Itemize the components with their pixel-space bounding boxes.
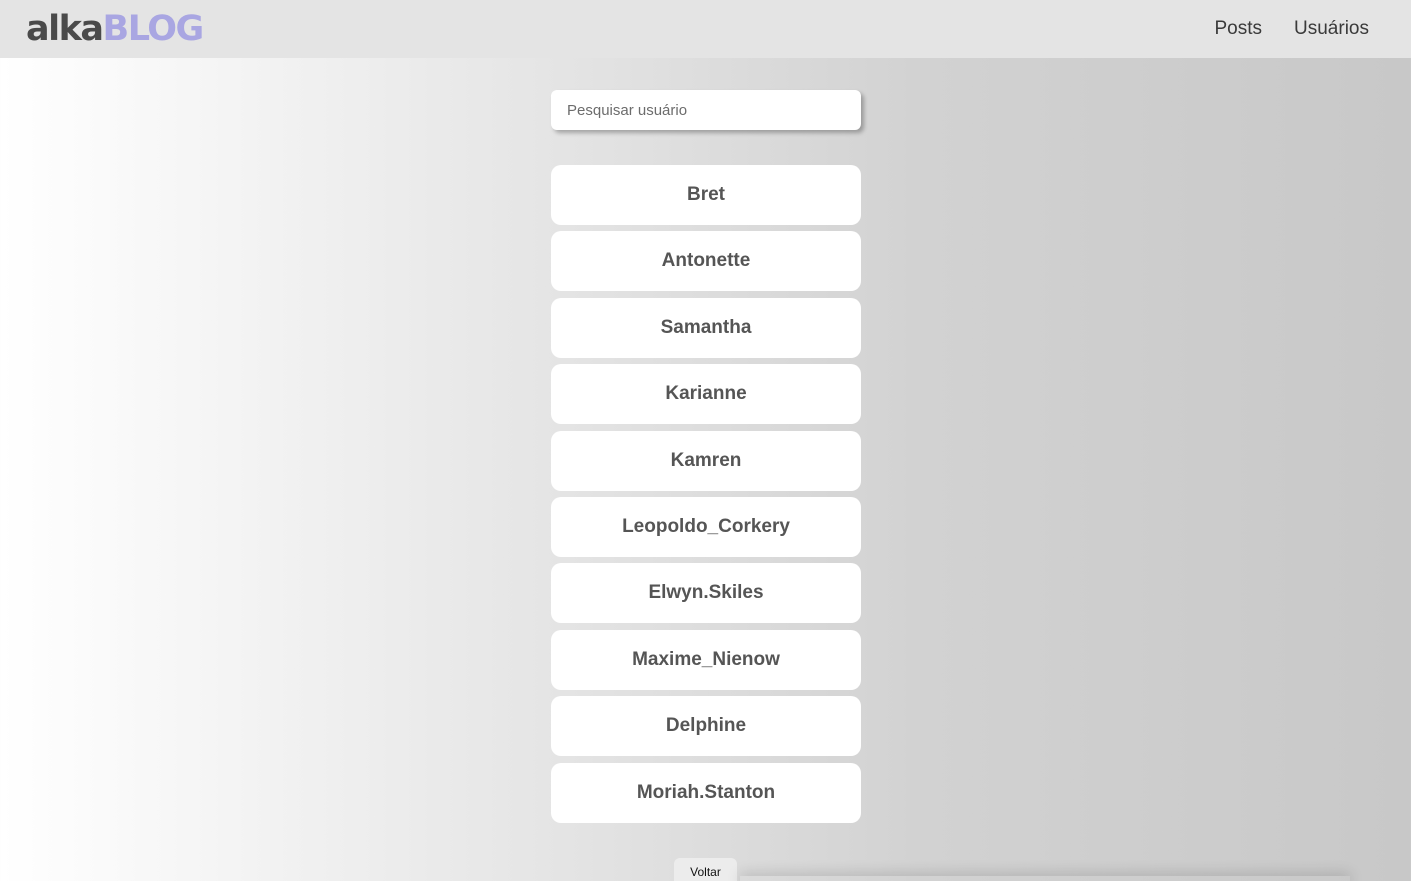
navbar: alka BLOG Posts Usuários: [0, 0, 1411, 58]
user-card[interactable]: Leopoldo_Corkery: [551, 496, 861, 557]
user-card[interactable]: Bret: [551, 165, 861, 225]
bottom-panel-edge: [740, 876, 1350, 881]
user-card[interactable]: Moriah.Stanton: [551, 762, 861, 823]
user-list: Bret Antonette Samantha Karianne Kamren …: [551, 165, 861, 823]
user-card[interactable]: Maxime_Nienow: [551, 629, 861, 690]
user-card[interactable]: Elwyn.Skiles: [551, 563, 861, 624]
nav-posts-link[interactable]: Posts: [1214, 18, 1262, 40]
back-button[interactable]: Voltar: [674, 858, 737, 881]
logo[interactable]: alka BLOG: [26, 8, 205, 49]
user-card[interactable]: Antonette: [551, 231, 861, 292]
user-card[interactable]: Samantha: [551, 297, 861, 358]
nav-users-link[interactable]: Usuários: [1294, 18, 1369, 40]
search-user-input[interactable]: [551, 90, 861, 130]
user-card[interactable]: Karianne: [551, 364, 861, 425]
logo-alka: alka: [26, 8, 104, 49]
main-nav: Posts Usuários: [1214, 18, 1369, 40]
logo-blog: BLOG: [102, 8, 205, 49]
user-card[interactable]: Delphine: [551, 696, 861, 757]
user-card[interactable]: Kamren: [551, 430, 861, 491]
